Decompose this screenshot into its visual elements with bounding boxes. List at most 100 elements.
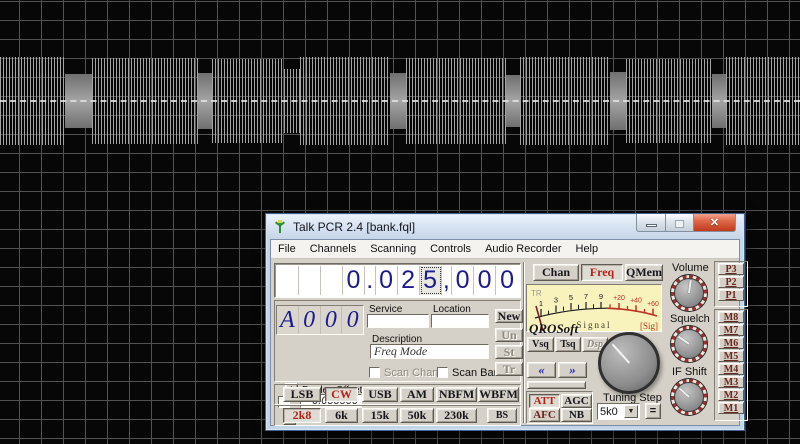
freq-digit-selected[interactable]: 5 xyxy=(419,266,442,295)
mode-am[interactable]: AM xyxy=(400,387,434,402)
filter-2k8[interactable]: 2k8 xyxy=(283,408,321,423)
st-button[interactable]: St xyxy=(495,345,523,359)
channel-char: 0 xyxy=(346,306,359,333)
app-icon xyxy=(274,220,286,234)
dsp-toggle-group: ATT AGC AFC NB xyxy=(526,391,593,424)
frequency-display: 0 . 0 2 5 , 0 0 0 xyxy=(274,263,521,298)
waveform-centerline xyxy=(0,100,800,102)
att-button[interactable]: ATT xyxy=(529,394,560,408)
memory-m8[interactable]: M8 xyxy=(718,311,744,323)
mode-row: LSB CW USB AM NBFM WBFM xyxy=(274,384,521,405)
if-shift-knob[interactable] xyxy=(670,378,708,416)
freq-digit[interactable]: 0 xyxy=(376,266,398,295)
filter-bs[interactable]: BS xyxy=(487,408,517,423)
tab-freq[interactable]: Freq xyxy=(581,264,623,281)
service-input[interactable] xyxy=(367,314,429,328)
menu-audio-recorder[interactable]: Audio Recorder xyxy=(478,241,568,257)
window-client: File Channels Scanning Controls Audio Re… xyxy=(270,239,748,426)
squelch-knob[interactable] xyxy=(670,325,708,363)
minimize-icon xyxy=(645,224,657,227)
freq-digit[interactable]: 0 xyxy=(452,266,475,295)
freq-digit[interactable] xyxy=(277,266,299,295)
main-content: 0 . 0 2 5 , 0 0 0 A 0 0 0 + Duplex Offs xyxy=(271,260,748,426)
filter-row: 2k8 6k 15k 50k 230k BS xyxy=(274,405,521,426)
preset-p1[interactable]: P1 xyxy=(718,289,744,301)
tuning-knob[interactable] xyxy=(598,332,660,394)
volume-label: Volume xyxy=(672,262,709,274)
maximize-button[interactable] xyxy=(666,214,694,232)
section-divider xyxy=(523,262,525,423)
scan-chan-label: Scan Chan xyxy=(384,367,439,379)
menu-channels[interactable]: Channels xyxy=(303,241,363,257)
menu-help[interactable]: Help xyxy=(569,241,606,257)
new-button[interactable]: New xyxy=(495,309,523,323)
mode-usb[interactable]: USB xyxy=(362,387,398,402)
tune-up-button[interactable]: » xyxy=(558,362,587,378)
tune-down-button[interactable]: « xyxy=(527,362,556,378)
tab-qmem[interactable]: QMem xyxy=(625,264,663,281)
filter-6k[interactable]: 6k xyxy=(325,408,358,423)
svg-text:+20: +20 xyxy=(613,295,625,302)
svg-text:+60: +60 xyxy=(647,301,659,308)
mode-nbfm[interactable]: NBFM xyxy=(436,387,477,402)
memory-m4[interactable]: M4 xyxy=(718,363,744,375)
scan-bank-checkbox[interactable] xyxy=(437,367,448,378)
freq-digit[interactable]: 0 xyxy=(474,266,497,295)
memory-m6[interactable]: M6 xyxy=(718,337,744,349)
preset-p3[interactable]: P3 xyxy=(718,263,744,275)
memory-m1[interactable]: M1 xyxy=(718,402,744,414)
nb-button[interactable]: NB xyxy=(561,408,592,422)
menu-controls[interactable]: Controls xyxy=(423,241,478,257)
maximize-icon xyxy=(675,220,684,228)
freq-digit[interactable]: 0 xyxy=(343,266,365,295)
tsq-button[interactable]: Tsq xyxy=(555,337,581,352)
svg-text:1: 1 xyxy=(539,299,543,308)
if-shift-label: IF Shift xyxy=(672,366,707,378)
vsq-button[interactable]: Vsq xyxy=(527,337,554,352)
mode-cw[interactable]: CW xyxy=(325,387,358,402)
svg-text:+40: +40 xyxy=(630,298,642,305)
menu-file[interactable]: File xyxy=(271,241,303,257)
chevron-down-icon[interactable]: ▼ xyxy=(624,405,638,418)
window-title: Talk PCR 2.4 [bank.fql] xyxy=(293,220,416,234)
freq-digit[interactable]: 0 xyxy=(496,266,518,295)
mode-wbfm[interactable]: WBFM xyxy=(478,387,519,402)
scan-chan-checkbox[interactable] xyxy=(369,367,380,378)
close-button[interactable]: ✕ xyxy=(694,214,736,232)
afc-button[interactable]: AFC xyxy=(529,408,560,422)
menubar: File Channels Scanning Controls Audio Re… xyxy=(271,240,739,259)
svg-text:Signal: Signal xyxy=(576,320,611,330)
un-button[interactable]: Un xyxy=(495,328,523,342)
location-input[interactable] xyxy=(431,314,489,328)
freq-comma: , xyxy=(442,266,453,295)
filter-230k[interactable]: 230k xyxy=(436,408,477,423)
mode-lsb[interactable]: LSB xyxy=(283,387,321,402)
filter-15k[interactable]: 15k xyxy=(362,408,398,423)
channel-panel: A 0 0 0 + Duplex Offset 0.000000 - Servi… xyxy=(274,300,523,425)
spacer-button[interactable] xyxy=(527,381,586,389)
freq-digit[interactable]: 2 xyxy=(398,266,420,295)
filter-50k[interactable]: 50k xyxy=(400,408,434,423)
svg-text:3: 3 xyxy=(554,296,558,305)
minimize-button[interactable] xyxy=(636,214,666,232)
channel-char: A xyxy=(277,306,299,334)
memory-m7[interactable]: M7 xyxy=(718,324,744,336)
volume-knob[interactable] xyxy=(670,274,708,312)
brand-logo: QROSoft xyxy=(529,321,579,336)
app-window: Talk PCR 2.4 [bank.fql] ✕ File Channels … xyxy=(265,213,748,431)
memory-m2[interactable]: M2 xyxy=(718,389,744,401)
agc-button[interactable]: AGC xyxy=(561,394,592,408)
memory-m5[interactable]: M5 xyxy=(718,350,744,362)
tr-button[interactable]: Tr xyxy=(495,362,523,376)
menu-scanning[interactable]: Scanning xyxy=(363,241,423,257)
freq-digit[interactable] xyxy=(299,266,321,295)
freq-digit[interactable] xyxy=(321,266,343,295)
description-input[interactable]: Freq Mode xyxy=(370,344,489,359)
tuning-step-value: 5k0 xyxy=(600,405,618,418)
equals-button[interactable]: = xyxy=(645,403,661,419)
preset-p2[interactable]: P2 xyxy=(718,276,744,288)
svg-text:9: 9 xyxy=(599,292,603,301)
tuning-step-select[interactable]: 5k0 ▼ xyxy=(597,403,640,420)
tab-chan[interactable]: Chan xyxy=(533,264,579,281)
memory-m3[interactable]: M3 xyxy=(718,376,744,388)
